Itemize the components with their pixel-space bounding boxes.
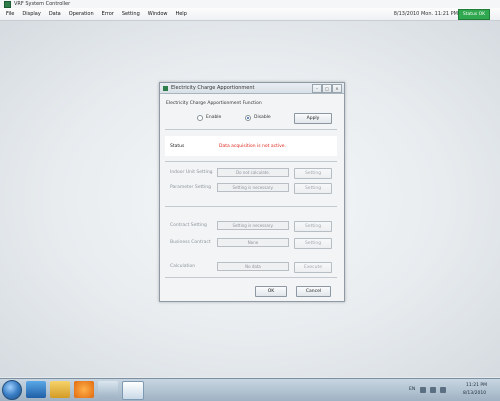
menu-window[interactable]: Window [144,11,172,17]
vrf-controller-task-icon[interactable] [122,381,144,400]
business-contract-button[interactable]: Setting [294,238,332,249]
divider [165,161,337,162]
menu-setting[interactable]: Setting [118,11,144,17]
flag-icon[interactable] [440,387,446,393]
indoor-unit-setting-field: Do not calculate. [217,168,289,177]
dialog-title: Electricity Charge Apportionment [171,85,255,91]
function-label: Electricity Charge Apportionment Functio… [166,101,262,106]
parameter-setting-button[interactable]: Setting [294,183,332,194]
contract-setting-button[interactable]: Setting [294,221,332,232]
indoor-unit-setting-label: Indoor Unit Setting [170,170,213,175]
parameter-setting-label: Parameter Setting [170,185,211,190]
cancel-button[interactable]: Cancel [296,286,331,297]
business-contract-field: None [217,238,289,247]
volume-icon[interactable] [430,387,436,393]
divider [165,206,337,207]
menu-display[interactable]: Display [18,11,44,17]
language-indicator[interactable]: EN [409,387,415,392]
contract-setting-field: Setting is necessary. [217,221,289,230]
status-label: Status [170,144,185,149]
menu-operation[interactable]: Operation [65,11,98,17]
minimize-icon[interactable]: – [312,84,322,93]
indoor-unit-setting-button[interactable]: Setting [294,168,332,179]
apply-button[interactable]: Apply [294,113,332,124]
internet-explorer-icon[interactable] [26,381,46,398]
media-player-icon[interactable] [74,381,94,398]
contract-setting-label: Contract Setting [170,223,207,228]
close-icon[interactable]: × [332,84,342,93]
menu-help[interactable]: Help [171,11,190,17]
electricity-charge-dialog: Electricity Charge Apportionment – □ × E… [159,82,345,302]
taskbar: EN 11:21 PM 8/13/2010 [0,378,500,401]
calculation-label: Calculation [170,264,196,269]
taskbar-time[interactable]: 11:21 PM [466,383,487,388]
menu-file[interactable]: File [0,11,18,17]
divider [165,129,337,130]
disable-label[interactable]: Disable [254,115,271,120]
folder-icon[interactable] [50,381,70,398]
taskbar-date[interactable]: 8/13/2010 [463,391,486,396]
calculation-field: No data [217,262,289,271]
disable-radio[interactable] [245,115,251,121]
menu-data[interactable]: Data [45,11,65,17]
network-icon[interactable] [420,387,426,393]
menu-error[interactable]: Error [98,11,118,17]
app-title: VRF System Controller [14,1,71,7]
enable-label[interactable]: Enable [206,115,221,120]
app-clock: 8/13/2010 Mon. 11:21 PM [393,11,458,17]
start-button[interactable] [2,380,22,400]
status-value: Data acquisition is not active. [219,144,286,149]
app-title-bar: VRF System Controller [0,0,500,8]
tool-icon[interactable] [98,381,118,398]
enable-radio[interactable] [197,115,203,121]
status-ok-button[interactable]: Status OK [458,9,490,20]
app-icon [4,0,11,8]
parameter-setting-field: Setting is necessary. [217,183,289,192]
ok-button[interactable]: OK [255,286,287,297]
divider [165,277,337,278]
dialog-icon [163,85,168,91]
execute-button[interactable]: Execute [294,262,332,273]
maximize-icon[interactable]: □ [322,84,332,93]
business-contract-label: Business Contract [170,240,211,245]
status-panel: Status Data acquisition is not active. [165,136,337,156]
